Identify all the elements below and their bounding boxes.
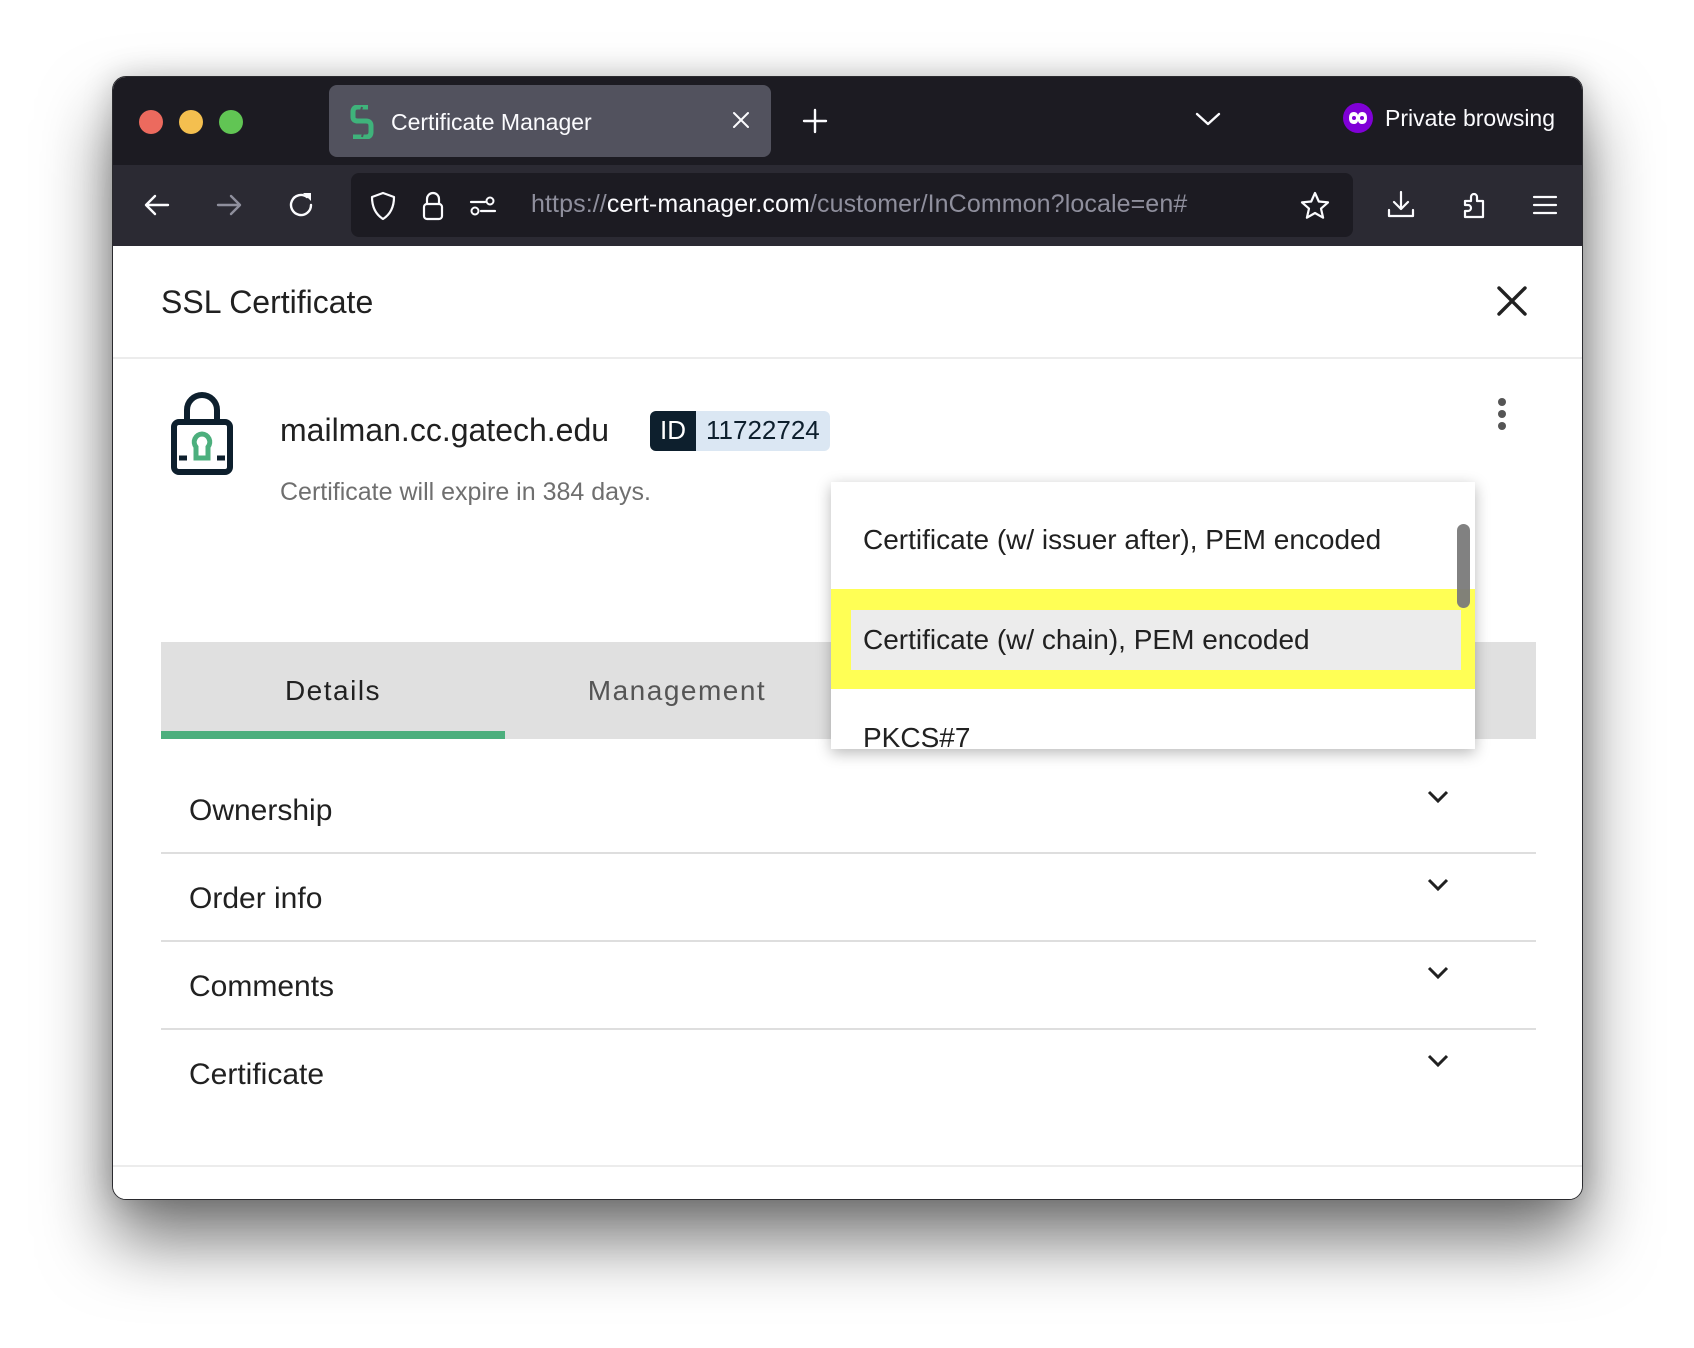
tab-details[interactable]: Details — [161, 642, 505, 739]
tab-title: Certificate Manager — [391, 109, 592, 135]
forward-arrow-icon[interactable] — [213, 189, 245, 221]
footer-divider — [113, 1165, 1582, 1167]
site-permissions-icon[interactable] — [467, 190, 499, 222]
downloads-icon[interactable] — [1385, 189, 1417, 221]
bookmark-star-icon[interactable] — [1299, 190, 1331, 222]
url-text[interactable]: https://cert-manager.com/customer/InComm… — [531, 190, 1281, 219]
back-arrow-icon[interactable] — [141, 189, 173, 221]
padlock-secure-icon[interactable] — [417, 190, 449, 222]
tab-bar: Certificate Manager Private browsing — [113, 77, 1582, 165]
tab-details-label: Details — [284, 674, 382, 706]
private-browsing-label: Private browsing — [1385, 104, 1556, 131]
window-zoom-button[interactable] — [219, 110, 243, 134]
accordion-order-info[interactable]: Order info — [161, 854, 1536, 942]
tab-management-label: Management — [587, 674, 767, 706]
url-path: /customer/InCommon?locale=en# — [809, 190, 1188, 218]
menu-item-pem-chain[interactable]: Certificate (w/ chain), PEM encoded — [831, 590, 1475, 690]
id-badge-label: ID — [650, 411, 696, 451]
menu-item-label: Certificate (w/ chain), PEM encoded — [863, 624, 1310, 655]
navigation-toolbar: https://cert-manager.com/customer/InComm… — [113, 165, 1582, 246]
list-all-tabs-chevron-down-icon[interactable] — [1194, 109, 1222, 129]
private-browsing-mask-icon — [1343, 103, 1373, 133]
id-badge-value: 11722724 — [696, 411, 830, 451]
dialog-close-x-icon[interactable] — [1495, 284, 1529, 318]
menu-scrollbar[interactable] — [1457, 524, 1470, 608]
ssl-certificate-dialog: SSL Certificate mailman.cc.gatech.edu ID… — [113, 246, 1582, 1199]
window-minimize-button[interactable] — [179, 110, 203, 134]
accordion-ownership[interactable]: Ownership — [161, 766, 1536, 854]
tracking-protection-shield-icon[interactable] — [367, 190, 399, 222]
certificate-lock-icon — [171, 392, 233, 475]
window-close-button[interactable] — [139, 110, 163, 134]
active-tab-indicator — [161, 731, 505, 739]
menu-item-label: Certificate (w/ issuer after), PEM encod… — [863, 524, 1382, 555]
chevron-down-icon[interactable] — [1426, 1052, 1450, 1070]
chevron-down-icon[interactable] — [1426, 788, 1450, 806]
chevron-down-icon[interactable] — [1426, 876, 1450, 894]
accordion-label: Comments — [189, 970, 335, 1003]
extensions-puzzle-icon[interactable] — [1459, 189, 1491, 221]
accordion-label: Ownership — [189, 794, 333, 827]
private-browsing-indicator: Private browsing — [1343, 103, 1555, 133]
certificate-domain: mailman.cc.gatech.edu — [280, 412, 610, 448]
certificate-manager-favicon-icon — [350, 105, 374, 139]
close-tab-icon[interactable] — [729, 108, 753, 132]
reload-icon[interactable] — [285, 189, 317, 221]
accordion-certificate[interactable]: Certificate — [161, 1030, 1536, 1118]
menu-item-pem-issuer-after[interactable]: Certificate (w/ issuer after), PEM encod… — [831, 490, 1475, 590]
application-menu-hamburger-icon[interactable] — [1529, 189, 1561, 221]
menu-item-label: PKCS#7 — [863, 722, 971, 749]
accordion-label: Certificate — [189, 1058, 325, 1091]
chevron-down-icon[interactable] — [1426, 964, 1450, 982]
more-options-kebab-icon[interactable] — [1496, 396, 1508, 432]
url-host: cert-manager.com — [606, 190, 810, 218]
expiry-status-text: Certificate will expire in 384 days. — [280, 478, 651, 506]
url-fade — [1231, 173, 1291, 237]
address-bar[interactable]: https://cert-manager.com/customer/InComm… — [351, 173, 1353, 237]
accordion-comments[interactable]: Comments — [161, 942, 1536, 1030]
tab-certificate-manager[interactable]: Certificate Manager — [329, 85, 771, 157]
menu-item-pkcs7[interactable]: PKCS#7 — [831, 688, 1475, 749]
download-format-menu: Certificate (w/ issuer after), PEM encod… — [831, 482, 1475, 749]
certificate-id-badge: ID 11722724 — [650, 411, 830, 451]
dialog-title: SSL Certificate — [161, 284, 374, 320]
accordion-label: Order info — [189, 882, 323, 915]
header-divider — [113, 357, 1582, 359]
tab-management[interactable]: Management — [505, 642, 849, 739]
browser-window: Certificate Manager Private browsing htt… — [112, 76, 1583, 1200]
url-scheme: https:// — [531, 190, 607, 218]
new-tab-plus-icon[interactable] — [801, 107, 829, 135]
